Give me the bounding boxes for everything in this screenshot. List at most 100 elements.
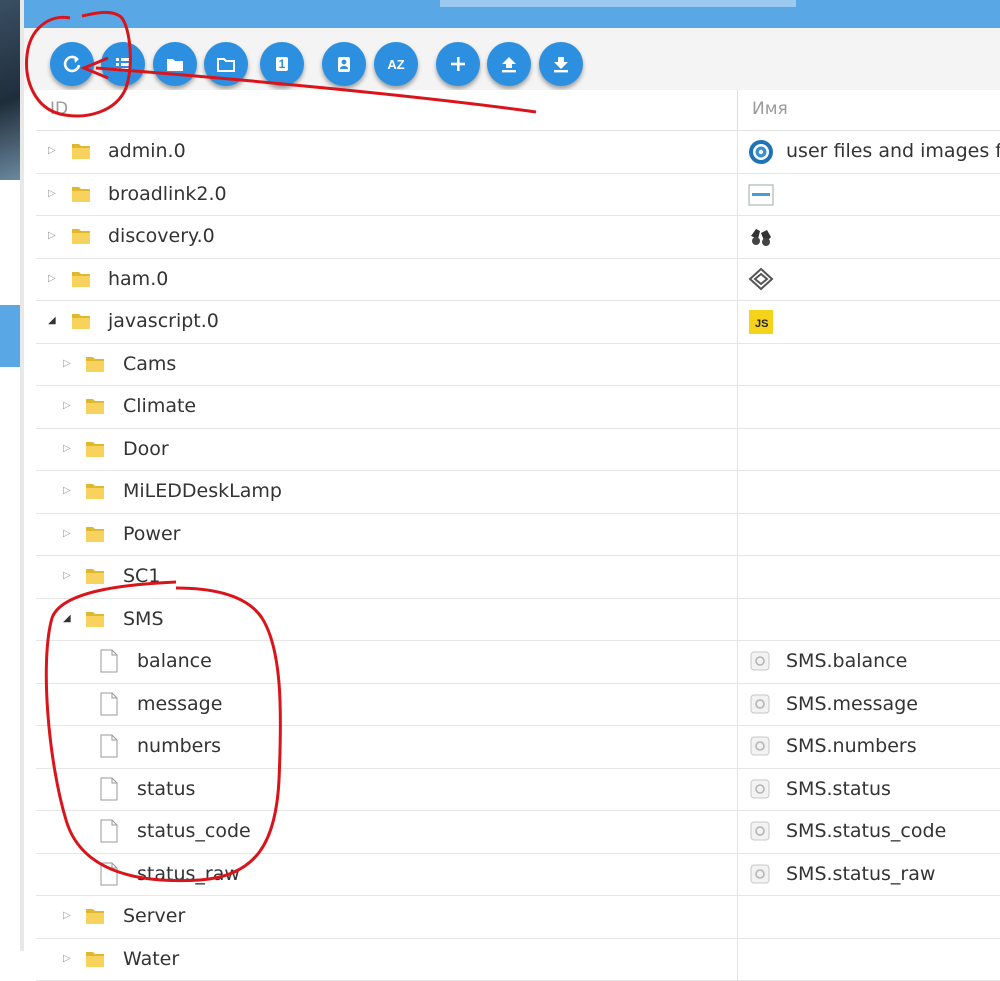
folder-icon bbox=[84, 395, 106, 417]
column-divider bbox=[737, 811, 738, 853]
tree-row-folder[interactable]: ▷ Power bbox=[36, 514, 1000, 557]
tree-row-folder[interactable]: ▷MiLEDDeskLamp bbox=[36, 471, 1000, 514]
tree-item-name: SMS.status bbox=[786, 778, 891, 800]
clipboard-user-icon bbox=[333, 53, 355, 75]
download-button[interactable] bbox=[539, 42, 583, 86]
column-divider bbox=[737, 514, 738, 556]
folder-icon bbox=[70, 140, 92, 162]
tree-row-folder[interactable]: ▷Water bbox=[36, 939, 1000, 981]
collapse-arrow-icon[interactable]: ◢ bbox=[48, 314, 56, 328]
tree-row-folder[interactable]: ▷ Server bbox=[36, 896, 1000, 939]
tree-row-state[interactable]: messageSMS.message bbox=[36, 684, 1000, 727]
js-icon: JS bbox=[748, 309, 774, 335]
counter-button[interactable]: 1 bbox=[260, 42, 304, 86]
tree-item-name: SMS.status_raw bbox=[786, 863, 935, 885]
column-divider bbox=[737, 471, 738, 513]
add-button[interactable] bbox=[436, 42, 480, 86]
tree-row-state[interactable]: numbersSMS.numbers bbox=[36, 726, 1000, 769]
tree-row-folder[interactable]: ◢ javascript.0 JS bbox=[36, 301, 1000, 344]
tree-item-label: balance bbox=[137, 650, 212, 672]
tree-row-folder[interactable]: ▷Cams bbox=[36, 344, 1000, 387]
column-divider bbox=[737, 599, 738, 641]
folder-icon bbox=[70, 310, 92, 332]
expand-arrow-icon[interactable]: ▷ bbox=[63, 399, 71, 413]
tree-row-folder[interactable]: ▷ SC1 bbox=[36, 556, 1000, 599]
tree-row-state[interactable]: status_raw SMS.status_raw bbox=[36, 854, 1000, 897]
list-view-button[interactable] bbox=[101, 42, 145, 86]
expand-arrow-icon[interactable]: ▷ bbox=[48, 272, 56, 286]
expand-folders-button[interactable] bbox=[204, 42, 248, 86]
folder-icon bbox=[70, 183, 92, 205]
folder-icon bbox=[84, 608, 106, 630]
state-icon bbox=[750, 736, 770, 756]
expand-arrow-icon[interactable]: ▷ bbox=[48, 187, 56, 201]
tree-row-folder[interactable]: ▷admin.0user files and images fo bbox=[36, 131, 1000, 174]
tree-item-label: SMS bbox=[123, 608, 164, 630]
refresh-button[interactable] bbox=[50, 42, 94, 86]
search-field[interactable] bbox=[440, 0, 796, 7]
expand-arrow-icon[interactable]: ▷ bbox=[48, 144, 56, 158]
tree-item-name: SMS.numbers bbox=[786, 735, 917, 757]
tree-row-state[interactable]: status_code SMS.status_code bbox=[36, 811, 1000, 854]
tree-row-folder[interactable]: ▷ham.0 bbox=[36, 259, 1000, 302]
top-app-bar bbox=[24, 0, 1000, 28]
expand-arrow-icon[interactable]: ▷ bbox=[63, 569, 71, 583]
tree-row-state[interactable]: balance SMS.balance bbox=[36, 641, 1000, 684]
tree-row-folder[interactable]: ▷Door bbox=[36, 429, 1000, 472]
state-icon bbox=[750, 694, 770, 714]
state-icon bbox=[750, 864, 770, 884]
admin-gear-icon bbox=[748, 139, 774, 165]
file-icon bbox=[100, 862, 118, 886]
column-divider bbox=[737, 344, 738, 386]
folder-icon bbox=[70, 268, 92, 290]
state-icon bbox=[750, 651, 770, 671]
column-divider bbox=[737, 131, 738, 173]
folder-icon bbox=[84, 353, 106, 375]
edit-button[interactable] bbox=[322, 42, 366, 86]
expand-arrow-icon[interactable]: ▷ bbox=[63, 909, 71, 923]
tree-item-label: status_raw bbox=[137, 863, 240, 885]
tree-item-label: discovery.0 bbox=[108, 225, 215, 247]
folder-icon bbox=[84, 905, 106, 927]
file-icon bbox=[100, 777, 118, 801]
tree-item-label: broadlink2.0 bbox=[108, 183, 227, 205]
tree-item-label: status_code bbox=[137, 820, 251, 842]
expand-arrow-icon[interactable]: ▷ bbox=[63, 357, 71, 371]
tree-item-label: Power bbox=[123, 523, 180, 545]
collapse-arrow-icon[interactable]: ◢ bbox=[63, 612, 71, 626]
folder-open-icon bbox=[215, 53, 237, 75]
expand-arrow-icon[interactable]: ▷ bbox=[63, 527, 71, 541]
object-tree: ▷admin.0user files and images fo▷broadli… bbox=[36, 131, 1000, 981]
tree-item-label: javascript.0 bbox=[108, 310, 219, 332]
homebridge-icon bbox=[748, 267, 774, 293]
tree-row-folder[interactable]: ▷Climate bbox=[36, 386, 1000, 429]
expand-arrow-icon[interactable]: ▷ bbox=[48, 229, 56, 243]
tree-item-label: SC1 bbox=[123, 565, 160, 587]
list-icon bbox=[112, 53, 134, 75]
tree-item-name: SMS.balance bbox=[786, 650, 907, 672]
column-header-name[interactable]: Имя bbox=[752, 99, 788, 119]
expand-arrow-icon[interactable]: ▷ bbox=[63, 484, 71, 498]
column-divider bbox=[737, 556, 738, 598]
refresh-icon bbox=[61, 53, 83, 75]
tree-row-folder[interactable]: ▷ discovery.0 bbox=[36, 216, 1000, 259]
column-divider bbox=[737, 301, 738, 343]
tree-item-label: admin.0 bbox=[108, 140, 186, 162]
expand-arrow-icon[interactable]: ▷ bbox=[63, 442, 71, 456]
sort-az-button[interactable]: AZ bbox=[374, 42, 418, 86]
tree-item-label: Server bbox=[123, 905, 185, 927]
column-header-id[interactable]: ID bbox=[50, 99, 68, 119]
sort-az-label: AZ bbox=[387, 57, 404, 72]
collapse-folders-button[interactable] bbox=[153, 42, 197, 86]
tree-row-state[interactable]: statusSMS.status bbox=[36, 769, 1000, 812]
column-divider bbox=[737, 429, 738, 471]
upload-button[interactable] bbox=[487, 42, 531, 86]
folder-icon bbox=[164, 53, 186, 75]
plus-icon bbox=[447, 53, 469, 75]
tree-item-name: SMS.message bbox=[786, 693, 918, 715]
column-divider[interactable] bbox=[737, 90, 738, 130]
tree-item-name: SMS.status_code bbox=[786, 820, 946, 842]
tree-row-folder[interactable]: ▷ broadlink2.0 bbox=[36, 174, 1000, 217]
expand-arrow-icon[interactable]: ▷ bbox=[63, 952, 71, 966]
tree-row-folder[interactable]: ◢ SMS bbox=[36, 599, 1000, 642]
